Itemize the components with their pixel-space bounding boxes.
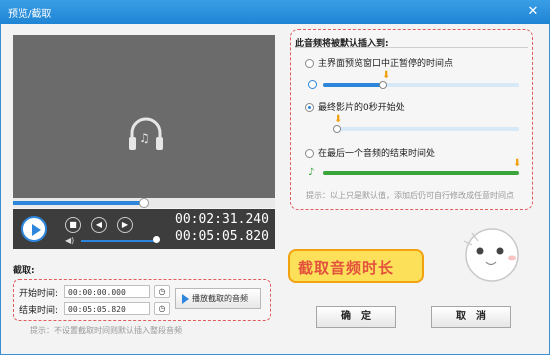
option-label: 最终影片的0秒开始处 <box>318 103 405 113</box>
headphone-music-icon: ♫ <box>129 117 163 150</box>
video-preview: ♫ <box>13 35 275 198</box>
total-time: 00:05:05.820 <box>175 229 269 244</box>
volume-knob[interactable] <box>153 236 160 243</box>
orange-arrow-icon: ⬇ <box>334 114 343 125</box>
ok-button[interactable]: 确 定 <box>316 306 396 328</box>
volume-icon[interactable]: ◀) <box>65 236 74 245</box>
end-time-label: 结束时间: <box>19 306 59 316</box>
stop-button[interactable]: ■ <box>65 217 81 233</box>
option-movie-start[interactable]: 最终影片的0秒开始处 <box>305 100 405 113</box>
seek-bar[interactable] <box>13 198 275 208</box>
close-icon[interactable]: ✕ <box>524 3 542 21</box>
svg-text:♫: ♫ <box>139 131 150 145</box>
orange-arrow-icon: ⬇ <box>513 158 522 169</box>
capture-hint: 提示：不设置截取时间则默认插入整段音频 <box>30 326 182 335</box>
radio-paused-point[interactable] <box>305 59 314 68</box>
player-controls: ■ ◀ ▶ ◀) 00:02:31.240 00:05:05.820 <box>13 209 275 249</box>
insert-panel-hint: 提示：以上只是默认值，添加后仍可自行修改成任意时间点 <box>306 191 514 200</box>
callout-bubble: 截取音频时长 <box>288 249 426 287</box>
option-paused-point[interactable]: 主界面预览窗口中正暂停的时间点 <box>305 56 453 69</box>
start-time-label: 开始时间: <box>19 289 59 299</box>
next-button[interactable]: ▶ <box>117 217 133 233</box>
capture-label: 截取: <box>13 266 35 276</box>
start-time-reset-button[interactable]: ◷ <box>154 285 170 298</box>
end-time-reset-button[interactable]: ◷ <box>154 302 170 315</box>
clock-reset-icon: ◷ <box>158 304 166 313</box>
title-bar: 预览/截取 ✕ <box>0 0 550 24</box>
next-icon: ▶ <box>121 220 129 229</box>
play-captured-audio-button[interactable]: 播放截取的音频 <box>175 288 261 309</box>
divider <box>295 47 528 48</box>
prev-icon: ◀ <box>95 220 103 229</box>
music-note-icon: ♪ <box>308 167 315 178</box>
timeline-knob-2[interactable] <box>333 125 341 133</box>
stop-icon: ■ <box>69 220 77 229</box>
play-button[interactable] <box>21 216 47 242</box>
mascot-illustration <box>463 228 519 282</box>
option-label: 主界面预览窗口中正暂停的时间点 <box>318 59 454 69</box>
capture-box: 开始时间: 00:00:00.000 ◷ 结束时间: 00:05:05.820 … <box>13 279 271 321</box>
timeline-track-2[interactable] <box>337 127 519 131</box>
callout-text: 截取音频时长 <box>298 259 395 277</box>
seek-knob[interactable] <box>139 198 149 208</box>
option-last-audio-end[interactable]: 在最后一个音频的结束时间处 <box>305 146 435 159</box>
current-time: 00:02:31.240 <box>175 212 269 227</box>
end-time-input[interactable]: 00:05:05.820 <box>64 302 150 315</box>
insert-position-panel: 此音频将被默认插入到: 主界面预览窗口中正暂停的时间点 ⬇ 最终影片的0秒开始处… <box>290 29 533 210</box>
seek-progress <box>13 201 144 205</box>
radio-last-audio-end[interactable] <box>305 149 314 158</box>
radio-movie-start[interactable] <box>305 103 314 112</box>
start-time-input[interactable]: 00:00:00.000 <box>64 285 150 298</box>
volume-slider[interactable] <box>81 240 156 242</box>
clock-reset-icon: ◷ <box>158 287 166 296</box>
pause-icon <box>308 80 317 89</box>
timeline-knob-1[interactable] <box>379 81 387 89</box>
prev-button[interactable]: ◀ <box>91 217 107 233</box>
orange-arrow-icon: ⬇ <box>382 70 391 81</box>
cancel-button[interactable]: 取 消 <box>431 306 511 328</box>
timeline-track-1[interactable] <box>323 83 519 87</box>
option-label: 在最后一个音频的结束时间处 <box>318 149 436 159</box>
timeline-track-3[interactable] <box>323 171 519 175</box>
window-title: 预览/截取 <box>8 9 52 20</box>
timeline-fill-1 <box>323 83 385 87</box>
